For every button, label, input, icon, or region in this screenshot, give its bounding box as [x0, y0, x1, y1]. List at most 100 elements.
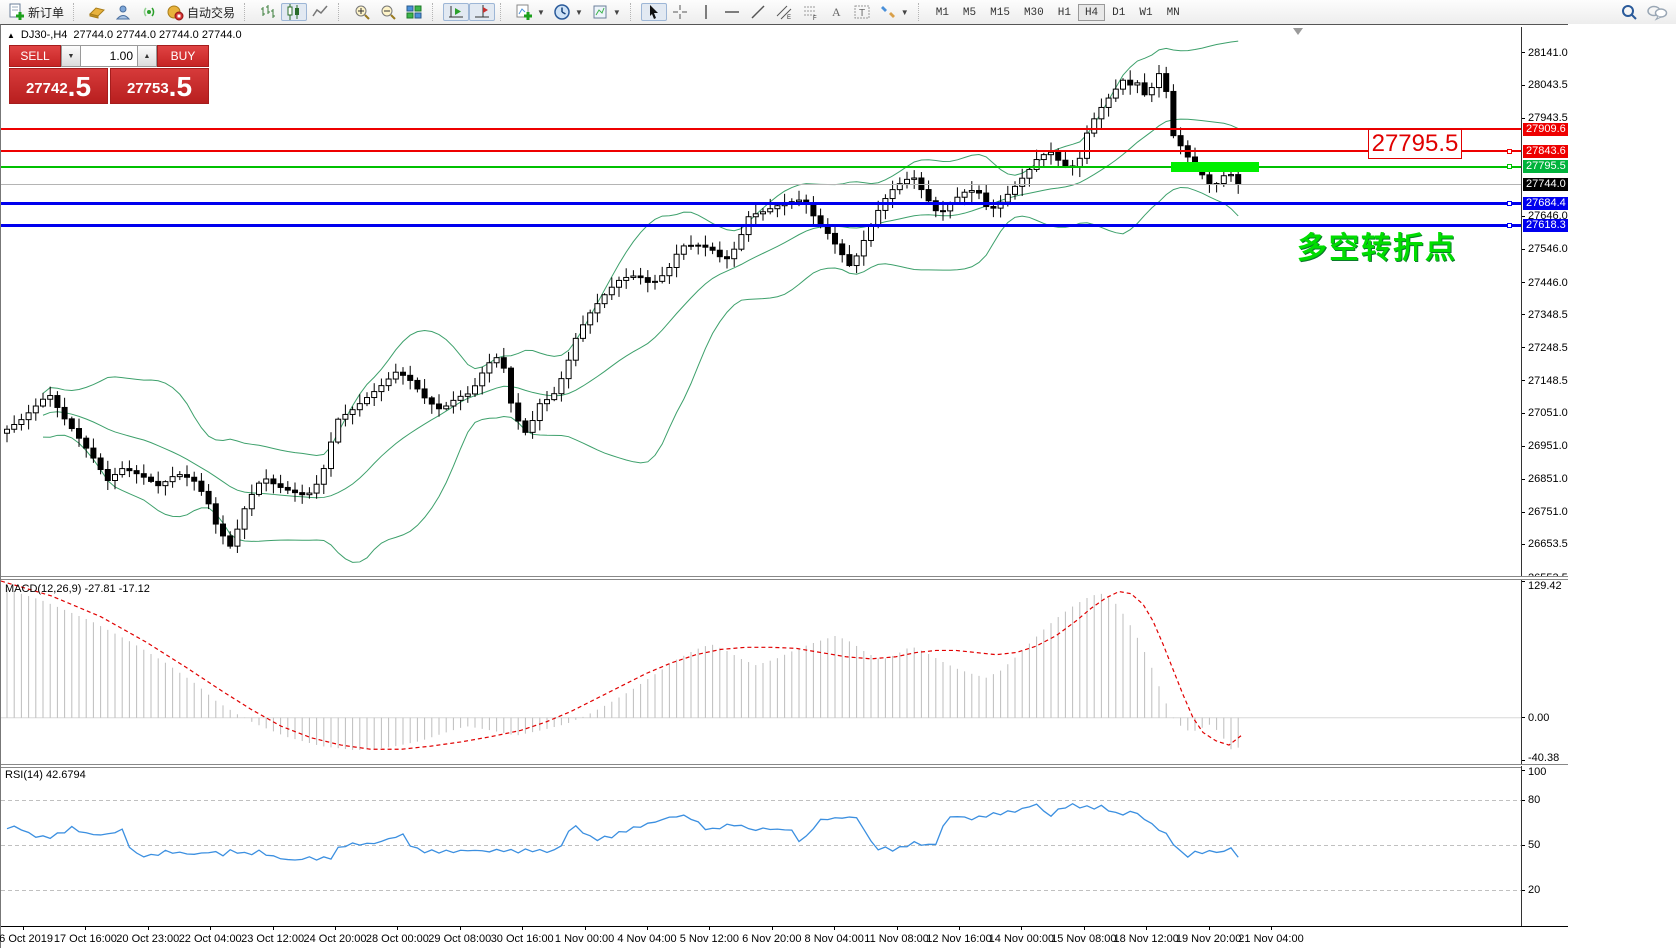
- buy-price[interactable]: 27753.5: [110, 68, 209, 104]
- chart-window-button[interactable]: [84, 3, 110, 21]
- time-tick: [522, 927, 523, 930]
- tile-windows-icon: [405, 3, 423, 21]
- cursor-tool-button[interactable]: [641, 3, 667, 21]
- chart-shift-button[interactable]: [469, 3, 495, 21]
- time-tick: [585, 927, 586, 930]
- timeframe-button-m1[interactable]: M1: [929, 4, 956, 21]
- line-handle[interactable]: [1507, 201, 1512, 206]
- time-axis[interactable]: 16 Oct 201917 Oct 16:0020 Oct 23:0022 Oc…: [1, 926, 1569, 950]
- turning-point-annotation[interactable]: 多空转折点: [1297, 223, 1457, 267]
- rsi-tick: [1522, 890, 1525, 891]
- rsi-tick-label: 50: [1528, 839, 1540, 851]
- toolbar-separator: [432, 3, 438, 21]
- time-tick: [772, 927, 773, 930]
- periods-button[interactable]: ▼: [549, 3, 587, 21]
- price-tick: [1522, 314, 1525, 315]
- new-order-button[interactable]: 新订单: [3, 3, 68, 21]
- line-chart-button[interactable]: [307, 3, 333, 21]
- horizontal-level-line[interactable]: [1, 184, 1521, 185]
- timeframe-button-m5[interactable]: M5: [956, 4, 983, 21]
- horizontal-level-line[interactable]: [1, 224, 1521, 227]
- buy-button[interactable]: BUY: [157, 45, 209, 67]
- time-tick: [709, 927, 710, 930]
- channel-tool-button[interactable]: E: [771, 3, 797, 21]
- time-axis-label: 22 Oct 04:00: [179, 933, 242, 945]
- signals-button[interactable]: [136, 3, 162, 21]
- ohlc-values: 27744.0 27744.0 27744.0 27744.0: [73, 29, 241, 41]
- toolbar-separator: [918, 3, 924, 21]
- line-handle[interactable]: [1507, 223, 1512, 228]
- fibonacci-tool-button[interactable]: F: [797, 3, 823, 21]
- volume-input[interactable]: [81, 45, 137, 67]
- toolbar-separator: [630, 3, 636, 21]
- price-pane[interactable]: ▲ DJ30-,H4 27744.0 27744.0 27744.0 27744…: [1, 27, 1569, 578]
- chart-shift-marker[interactable]: [1293, 28, 1303, 35]
- text-tool-button[interactable]: A: [823, 3, 849, 21]
- bar-chart-button[interactable]: [255, 3, 281, 21]
- indicators-button[interactable]: ▼: [511, 3, 549, 21]
- rsi-scale[interactable]: 100805020: [1521, 766, 1570, 926]
- tile-windows-button[interactable]: [401, 3, 427, 21]
- collapse-arrow-icon[interactable]: ▲: [7, 31, 15, 40]
- timeframe-button-h1[interactable]: H1: [1051, 4, 1078, 21]
- price-tick-label: 27248.5: [1528, 342, 1568, 354]
- price-tick-label: 27546.0: [1528, 243, 1568, 255]
- timeframe-button-m30[interactable]: M30: [1017, 4, 1051, 21]
- symbol-period-label: DJ30-,H4: [21, 29, 67, 41]
- sell-price[interactable]: 27742.5: [9, 68, 108, 104]
- time-tick: [210, 927, 211, 930]
- gold-box-icon: [88, 3, 106, 21]
- price-scale[interactable]: 28141.028043.527943.527646.027546.027446…: [1521, 27, 1570, 578]
- highlight-zone[interactable]: [1171, 162, 1259, 172]
- crosshair-tool-button[interactable]: [667, 3, 693, 21]
- shapes-button[interactable]: ▼: [875, 3, 913, 21]
- macd-pane[interactable]: MACD(12,26,9) -27.81 -17.12 129.420.00-4…: [1, 580, 1569, 764]
- trendline-tool-button[interactable]: [745, 3, 771, 21]
- timeframe-button-d1[interactable]: D1: [1105, 4, 1132, 21]
- autotrade-button[interactable]: 自动交易: [162, 3, 239, 21]
- volume-increase-button[interactable]: ▲: [137, 45, 157, 67]
- line-handle[interactable]: [1507, 149, 1512, 154]
- candlestick-chart-button[interactable]: [281, 3, 307, 21]
- profiles-button[interactable]: [110, 3, 136, 21]
- templates-button[interactable]: ▼: [587, 3, 625, 21]
- macd-scale[interactable]: 129.420.00-40.38: [1521, 580, 1570, 764]
- dropdown-caret: ▼: [537, 8, 545, 17]
- timeframe-button-w1[interactable]: W1: [1132, 4, 1159, 21]
- rsi-tick-label: 80: [1528, 794, 1540, 806]
- zoom-out-button[interactable]: [375, 3, 401, 21]
- time-axis-label: 14 Nov 00:00: [989, 933, 1054, 945]
- time-tick: [23, 927, 24, 930]
- time-axis-label: 30 Oct 16:00: [491, 933, 554, 945]
- rsi-pane[interactable]: RSI(14) 42.6794 100805020: [1, 766, 1569, 926]
- time-axis-label: 24 Oct 20:00: [304, 933, 367, 945]
- time-tick: [1209, 927, 1210, 930]
- trendline-icon: [749, 3, 767, 21]
- chat-icon[interactable]: [1646, 3, 1668, 21]
- timeframe-button-h4[interactable]: H4: [1078, 4, 1105, 21]
- horizontal-level-line[interactable]: [1, 150, 1521, 152]
- zoom-in-button[interactable]: [349, 3, 375, 21]
- horizontal-level-line[interactable]: [1, 202, 1521, 205]
- timeframe-button-mn[interactable]: MN: [1160, 4, 1187, 21]
- rsi-tick: [1522, 800, 1525, 801]
- vline-tool-button[interactable]: [693, 3, 719, 21]
- horizontal-level-line[interactable]: [1, 128, 1521, 130]
- label-tool-button[interactable]: T: [849, 3, 875, 21]
- svg-text:E: E: [787, 15, 791, 21]
- autoscroll-button[interactable]: [443, 3, 469, 21]
- time-axis-label: 15 Nov 08:00: [1051, 933, 1116, 945]
- price-tick: [1522, 347, 1525, 348]
- timeframe-button-m15[interactable]: M15: [983, 4, 1017, 21]
- time-axis-label: 18 Nov 12:00: [1113, 933, 1178, 945]
- candlestick-chart[interactable]: [1, 27, 1521, 578]
- sell-button[interactable]: SELL: [9, 45, 61, 67]
- search-icon[interactable]: [1620, 3, 1638, 21]
- macd-chart: [1, 580, 1521, 764]
- timeframe-group: M1M5M15M30H1H4D1W1MN: [926, 0, 1190, 24]
- horizontal-level-line[interactable]: [1, 166, 1521, 168]
- hline-tool-button[interactable]: [719, 3, 745, 21]
- volume-decrease-button[interactable]: ▼: [61, 45, 81, 67]
- price-callout-label[interactable]: 27795.5: [1368, 129, 1462, 159]
- line-handle[interactable]: [1507, 164, 1512, 169]
